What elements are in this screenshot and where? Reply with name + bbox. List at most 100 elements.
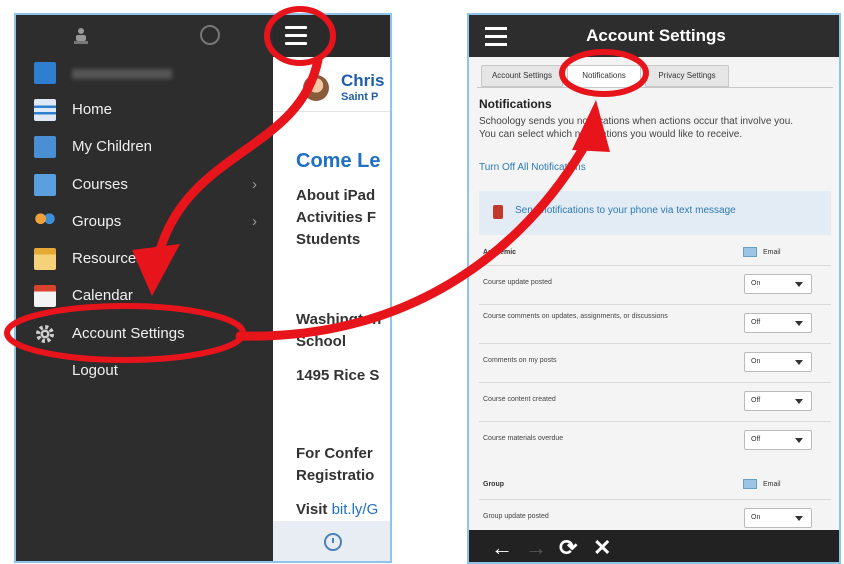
settings-tabs: Account Settings Notifications Privacy S… bbox=[477, 65, 833, 88]
content-bottom-bar bbox=[273, 521, 390, 561]
about-line-1: About iPad bbox=[296, 187, 376, 204]
about-line-2: Activities F bbox=[296, 209, 377, 226]
back-arrow-icon[interactable]: ← bbox=[491, 535, 513, 561]
select-value: On bbox=[751, 514, 761, 521]
setting-label: Course materials overdue bbox=[483, 435, 564, 442]
phone-icon bbox=[493, 205, 503, 219]
tab-notifications[interactable]: Notifications bbox=[567, 65, 641, 87]
section-header-group: Group Email bbox=[479, 475, 831, 499]
content-address: 1495 Rice S bbox=[296, 367, 380, 384]
sms-link[interactable]: Send notifications to your phone via tex… bbox=[515, 205, 736, 216]
drawer-top-icons bbox=[16, 15, 273, 57]
page-title: Account Settings bbox=[586, 26, 726, 45]
setting-row: Course materials overdue Off bbox=[479, 421, 831, 461]
sidebar-item-profile[interactable] bbox=[16, 55, 273, 92]
sidebar-item-home[interactable]: Home bbox=[16, 92, 273, 129]
sms-notifications-box[interactable]: Send notifications to your phone via tex… bbox=[479, 191, 831, 235]
groups-icon bbox=[34, 211, 56, 233]
people-icon[interactable] bbox=[72, 27, 90, 45]
sidebar-item-account-settings[interactable]: Account Settings bbox=[16, 316, 273, 353]
reload-icon[interactable]: ⟳ bbox=[559, 535, 577, 561]
setting-row: Course comments on updates, assignments,… bbox=[479, 304, 831, 344]
tab-account-settings[interactable]: Account Settings bbox=[481, 65, 563, 87]
tab-privacy-settings[interactable]: Privacy Settings bbox=[645, 65, 729, 87]
section-label: Group bbox=[483, 481, 504, 488]
turn-off-all-link[interactable]: Turn Off All Notifications bbox=[479, 162, 586, 173]
content-conference: For Confer Registratio bbox=[296, 443, 374, 487]
setting-label: Course comments on updates, assignments,… bbox=[483, 313, 668, 320]
about-line-3: Students bbox=[296, 231, 361, 248]
caret-down-icon bbox=[795, 282, 803, 287]
conf-line-2: Registratio bbox=[296, 467, 375, 484]
gear-icon bbox=[36, 325, 54, 343]
avatar bbox=[303, 75, 329, 101]
caret-down-icon bbox=[795, 438, 803, 443]
caret-down-icon bbox=[795, 399, 803, 404]
close-icon[interactable]: ✕ bbox=[593, 535, 611, 561]
content-address-name: Washington School bbox=[296, 309, 381, 353]
setting-row: Comments on my posts On bbox=[479, 343, 831, 383]
select-value: On bbox=[751, 280, 761, 287]
sidebar-item-label: Groups bbox=[72, 213, 122, 230]
content-visit: Visit bit.ly/G bbox=[296, 499, 378, 521]
book-icon bbox=[34, 174, 56, 196]
select-value: Off bbox=[751, 397, 761, 404]
email-select[interactable]: Off bbox=[744, 430, 812, 450]
sidebar-item-label: Logout bbox=[72, 362, 118, 379]
email-icon bbox=[743, 247, 757, 257]
email-select[interactable]: Off bbox=[744, 313, 812, 333]
setting-label: Course update posted bbox=[483, 279, 552, 286]
hamburger-menu-icon[interactable] bbox=[285, 26, 307, 46]
profile-picture-icon bbox=[34, 62, 56, 84]
sidebar-item-label: Calendar bbox=[72, 287, 133, 304]
sidebar-item-label: Courses bbox=[72, 176, 128, 193]
sidebar-item-logout[interactable]: Logout bbox=[16, 353, 273, 390]
sidebar-item-label: Resources bbox=[72, 250, 144, 267]
select-value: Off bbox=[751, 319, 761, 326]
email-select[interactable]: Off bbox=[744, 391, 812, 411]
children-icon bbox=[34, 136, 56, 158]
sidebar-item-courses[interactable]: Courses › bbox=[16, 167, 273, 204]
user-name[interactable]: Chris bbox=[341, 71, 384, 91]
caret-down-icon bbox=[795, 321, 803, 326]
notifications-heading: Notifications bbox=[479, 97, 552, 111]
calendar-icon bbox=[34, 285, 56, 307]
setting-label: Course content created bbox=[483, 396, 556, 403]
visit-link[interactable]: bit.ly/G bbox=[332, 501, 379, 518]
compass-icon[interactable] bbox=[200, 25, 220, 45]
user-school: Saint P bbox=[341, 91, 379, 103]
section-label: Academic bbox=[483, 249, 517, 256]
sidebar-item-label: Home bbox=[72, 101, 113, 118]
sidebar-item-groups[interactable]: Groups › bbox=[16, 204, 273, 241]
home-list-icon bbox=[34, 99, 56, 121]
caret-down-icon bbox=[795, 360, 803, 365]
left-phone-screenshot: Chris Saint P Come Le About iPad Activit… bbox=[14, 13, 392, 563]
sidebar-item-resources[interactable]: Resources bbox=[16, 241, 273, 278]
user-row[interactable]: Chris Saint P bbox=[273, 63, 390, 112]
email-column-label: Email bbox=[763, 249, 781, 256]
sidebar-item-calendar[interactable]: Calendar bbox=[16, 278, 273, 315]
select-value: On bbox=[751, 358, 761, 365]
chevron-right-icon: › bbox=[252, 213, 257, 230]
setting-row: Course update posted On bbox=[479, 265, 831, 305]
conf-line-1: For Confer bbox=[296, 445, 373, 462]
sidebar-item-label: Account Settings bbox=[72, 325, 185, 342]
address-line-1: Washington bbox=[296, 311, 382, 328]
folder-icon bbox=[34, 248, 56, 270]
email-select[interactable]: On bbox=[744, 508, 812, 528]
browser-toolbar: ← → ⟳ ✕ bbox=[469, 530, 839, 562]
email-select[interactable]: On bbox=[744, 274, 812, 294]
forward-arrow-icon[interactable]: → bbox=[525, 535, 547, 561]
clock-icon[interactable] bbox=[324, 533, 342, 551]
email-select[interactable]: On bbox=[744, 352, 812, 372]
setting-row: Course content created Off bbox=[479, 382, 831, 422]
content-about: About iPad Activities F Students bbox=[296, 185, 376, 251]
sidebar-item-my-children[interactable]: My Children bbox=[16, 129, 273, 166]
section-header-academic: Academic Email bbox=[479, 243, 831, 267]
email-icon bbox=[743, 479, 757, 489]
right-phone-screenshot: Account Settings Account Settings Notifi… bbox=[467, 13, 841, 564]
caret-down-icon bbox=[795, 516, 803, 521]
email-column-label: Email bbox=[763, 481, 781, 488]
select-value: Off bbox=[751, 436, 761, 443]
content-topbar bbox=[273, 15, 390, 57]
